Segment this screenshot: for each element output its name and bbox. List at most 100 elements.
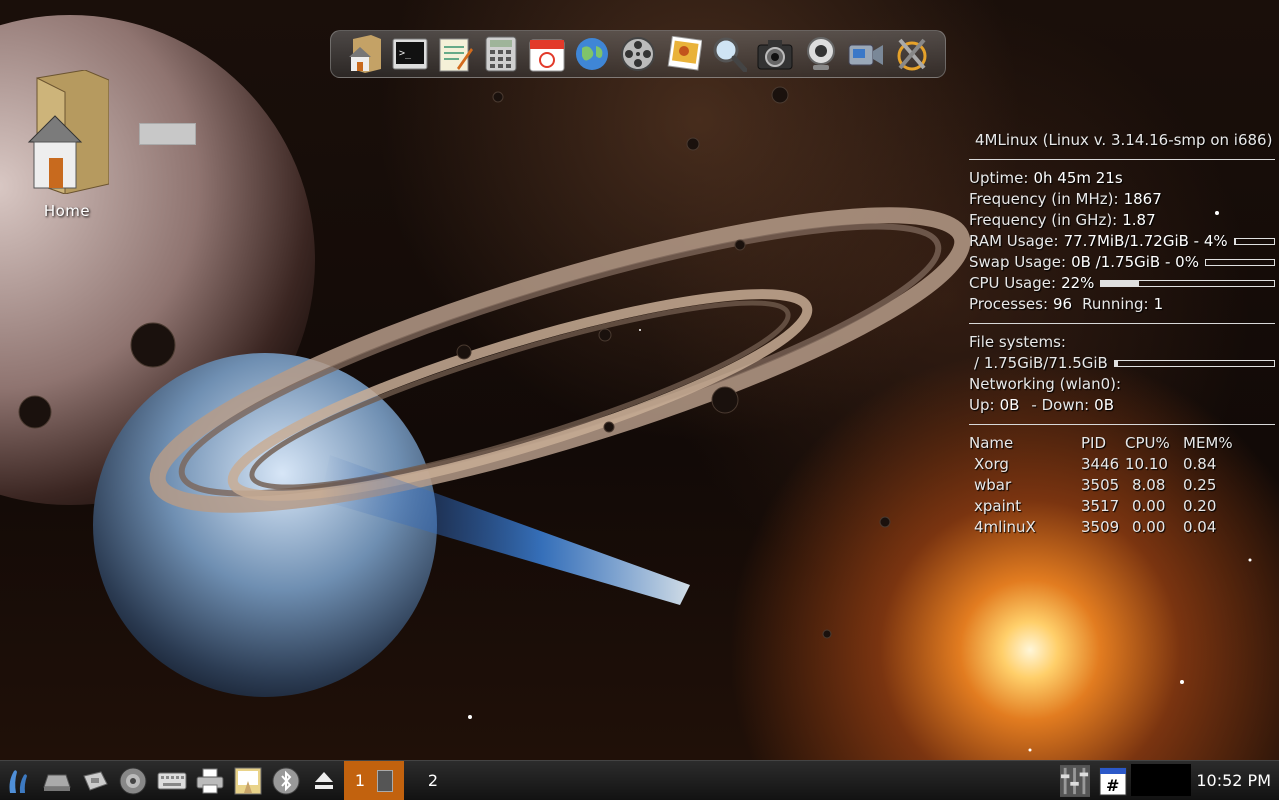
networking-heading: Networking (wlan0): <box>969 375 1122 393</box>
cpu-usage-label: CPU Usage: <box>969 274 1057 292</box>
download-value: 0B <box>1094 396 1114 414</box>
magnifier-icon[interactable] <box>710 35 748 73</box>
tools-icon[interactable] <box>80 766 110 796</box>
network-traffic-row: Up: 0B - Down: 0B <box>969 395 1275 416</box>
upload-value: 0B <box>999 396 1020 414</box>
swap-usage-row: Swap Usage: 0B /1.75GiB - 0% <box>969 252 1275 273</box>
workspace-label: 1 <box>354 771 366 790</box>
divider <box>969 159 1275 160</box>
web-browser-icon[interactable] <box>573 35 611 73</box>
swap-usage-bar <box>1204 259 1275 266</box>
cpu-usage-bar <box>1100 280 1275 287</box>
workspace-window-preview <box>377 769 394 792</box>
audio-icon[interactable] <box>118 766 148 796</box>
download-label: - Down: <box>1031 396 1090 414</box>
ram-usage-value: 77.7MiB/1.72GiB - 4% <box>1063 232 1228 250</box>
processes-label: Processes: <box>969 295 1048 313</box>
home-folder-icon[interactable] <box>345 35 383 73</box>
process-name: Xorg <box>974 455 1009 473</box>
filesystem-root-bar <box>1113 360 1275 367</box>
column-header: CPU% <box>1125 434 1170 452</box>
process-pid: 3505 <box>1081 476 1120 494</box>
system-tray <box>1131 764 1191 796</box>
processes-value: 96 <box>1053 295 1073 313</box>
process-cpu: 10.10 <box>1125 455 1168 473</box>
clock[interactable]: 10:52 PM <box>1196 761 1271 800</box>
uptime-label: Uptime: <box>969 169 1029 187</box>
process-pid: 3509 <box>1081 518 1120 536</box>
process-cpu: 8.08 <box>1132 476 1166 494</box>
settings-tools-icon[interactable] <box>893 35 931 73</box>
process-mem: 0.25 <box>1183 476 1217 494</box>
media-player-icon[interactable] <box>619 35 657 73</box>
printer-icon[interactable] <box>195 766 225 796</box>
cpu-usage-value: 22% <box>1061 274 1095 292</box>
launcher-dock: >_ <box>330 30 946 78</box>
process-name: xpaint <box>974 497 1022 515</box>
ram-usage-row: RAM Usage: 77.7MiB/1.72GiB - 4% <box>969 231 1275 252</box>
upload-label: Up: <box>969 396 995 414</box>
process-mem: 0.20 <box>1183 497 1217 515</box>
calendar-icon[interactable] <box>528 35 566 73</box>
filesystem-root-value: / 1.75GiB/71.5GiB <box>974 354 1108 372</box>
process-name: 4mlinuX <box>974 518 1036 536</box>
workspace-label: 2 <box>427 771 439 790</box>
desktop-icon-label: Home <box>43 202 91 220</box>
process-name: wbar <box>974 476 1012 494</box>
processes-row: Processes: 96 Running: 1 <box>969 294 1275 315</box>
desktop-icon-home[interactable]: Home <box>22 69 112 220</box>
workspace-1-button[interactable]: 1 <box>344 761 404 800</box>
frequency-mhz-label: Frequency (in MHz): <box>969 190 1119 208</box>
process-pid: 3446 <box>1081 455 1120 473</box>
frequency-ghz-row: Frequency (in GHz): 1.87 <box>969 210 1275 231</box>
system-title: 4MLinux (Linux v. 3.14.16-smp on i686) <box>975 131 1273 149</box>
paint-icon[interactable] <box>233 766 263 796</box>
image-viewer-icon[interactable] <box>665 35 703 73</box>
divider <box>969 323 1275 324</box>
mixer-icon[interactable] <box>1060 765 1090 797</box>
scanner-icon[interactable] <box>42 766 72 796</box>
svg-text:>_: >_ <box>399 48 412 59</box>
ram-usage-bar <box>1233 238 1275 245</box>
camera-icon[interactable] <box>756 35 794 73</box>
process-mem: 0.84 <box>1183 455 1217 473</box>
file-systems-heading: File systems: <box>969 333 1066 351</box>
process-cpu: 0.00 <box>1132 518 1166 536</box>
frequency-mhz-value: 1867 <box>1123 190 1162 208</box>
terminal-icon[interactable]: >_ <box>391 35 429 73</box>
conky-system-monitor: 4MLinux (Linux v. 3.14.16-smp on i686) U… <box>969 130 1275 538</box>
uptime-row: Uptime: 0h 45m 21s <box>969 168 1275 189</box>
bluetooth-icon[interactable] <box>271 766 301 796</box>
frequency-ghz-label: Frequency (in GHz): <box>969 211 1118 229</box>
swap-usage-label: Swap Usage: <box>969 253 1067 271</box>
column-header: PID <box>1081 434 1107 452</box>
keyboard-icon[interactable] <box>157 766 187 796</box>
process-mem: 0.04 <box>1183 518 1217 536</box>
calculator-icon[interactable] <box>482 35 520 73</box>
process-cpu: 0.00 <box>1132 497 1166 515</box>
taskbar: 1 2 # 10:52 PM <box>0 760 1279 800</box>
video-camera-icon[interactable] <box>847 35 885 73</box>
filesystem-root-row: / 1.75GiB/71.5GiB <box>969 353 1275 374</box>
text-editor-icon[interactable] <box>436 35 474 73</box>
running-label: Running: <box>1082 295 1149 313</box>
webcam-icon[interactable] <box>802 35 840 73</box>
running-value: 1 <box>1153 295 1164 313</box>
process-pid: 3517 <box>1081 497 1120 515</box>
start-menu-icon[interactable] <box>4 766 34 796</box>
ram-usage-label: RAM Usage: <box>969 232 1059 250</box>
process-row: wbar 3505 8.08 0.25 <box>969 475 1275 496</box>
calendar-tray-icon[interactable]: # <box>1098 766 1128 796</box>
frequency-ghz-value: 1.87 <box>1122 211 1156 229</box>
process-table-header: Name PID CPU% MEM% <box>969 433 1275 454</box>
swap-usage-value: 0B /1.75GiB - 0% <box>1071 253 1199 271</box>
svg-text:#: # <box>1106 776 1119 795</box>
rename-field[interactable] <box>139 123 196 145</box>
frequency-mhz-row: Frequency (in MHz): 1867 <box>969 189 1275 210</box>
workspace-2-button[interactable]: 2 <box>420 761 446 800</box>
eject-icon[interactable] <box>309 766 339 796</box>
process-row: xpaint 3517 0.00 0.20 <box>969 496 1275 517</box>
home-folder-icon <box>27 69 110 195</box>
uptime-value: 0h 45m 21s <box>1033 169 1123 187</box>
process-row: 4mlinuX 3509 0.00 0.04 <box>969 517 1275 538</box>
